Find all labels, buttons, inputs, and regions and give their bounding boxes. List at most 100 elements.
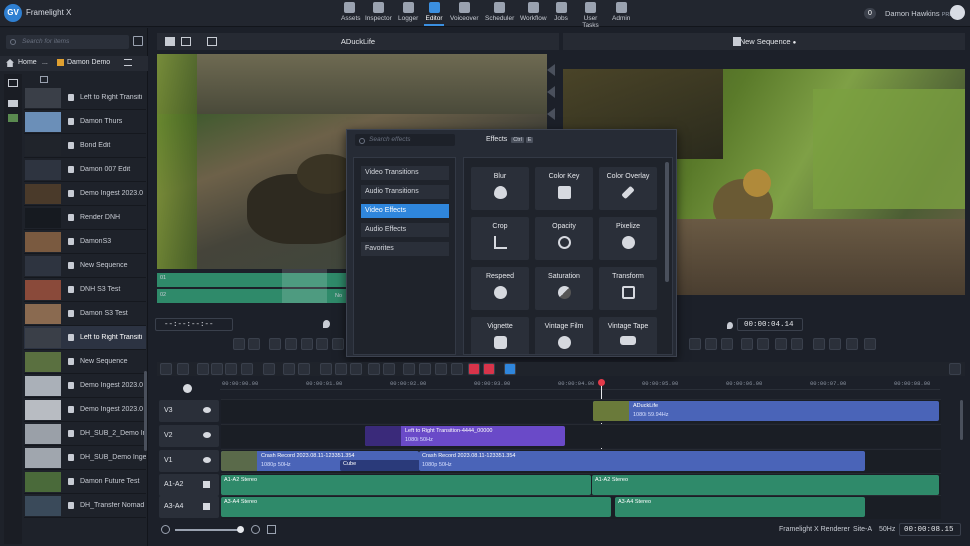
list-item[interactable]: Demo Ingest 2023.0 (24, 182, 146, 206)
list-item[interactable]: Left to Right Transiti (24, 326, 146, 350)
crumb-home[interactable]: Home (18, 59, 37, 66)
export-icon[interactable] (8, 79, 18, 87)
category-audio-transitions[interactable]: Audio Transitions (361, 185, 449, 199)
clip-v1-cube-transition[interactable]: Cube (340, 460, 420, 471)
nav-logger[interactable]: Logger (398, 2, 418, 26)
zoom-slider[interactable] (175, 526, 244, 533)
source-more-button[interactable] (332, 338, 344, 350)
search-input[interactable]: Search for items (6, 35, 129, 49)
home-icon[interactable] (6, 59, 14, 67)
record-button[interactable] (468, 363, 480, 375)
trim-button[interactable] (721, 338, 733, 350)
nav-jobs[interactable]: Jobs (554, 2, 568, 26)
track-header-v2[interactable]: V2 (159, 425, 219, 447)
location-pin-icon[interactable] (727, 322, 733, 329)
track-header-v1[interactable]: V1 (159, 450, 219, 472)
effect-saturation[interactable]: Saturation (535, 267, 593, 310)
clip-a1-a2-b[interactable]: A1-A2 Stereo (592, 475, 939, 495)
list-item[interactable]: Render DNH (24, 206, 146, 230)
safe-area-button[interactable] (813, 338, 825, 350)
clip-a3-a4-b[interactable]: A3-A4 Stereo (615, 497, 865, 517)
paste-button[interactable] (350, 363, 362, 375)
undo-button[interactable] (283, 363, 295, 375)
effect-vignette[interactable]: Vignette (471, 317, 529, 354)
lane-v2[interactable] (221, 424, 941, 448)
category-video-effects[interactable]: Video Effects (361, 204, 449, 218)
list-item[interactable]: Damon S3 Test (24, 302, 146, 326)
clip-v2-transition[interactable]: Left to Right Transition-4444_00000 1080i… (365, 426, 565, 446)
list-item[interactable]: DH_Transfer Nomad (24, 494, 146, 518)
razor-button[interactable] (741, 338, 753, 350)
avatar[interactable] (950, 5, 965, 20)
location-pin-icon[interactable] (323, 320, 330, 328)
list-item[interactable]: DH_SUB_Demo Inge (24, 446, 146, 470)
mixer-button[interactable] (451, 363, 463, 375)
nav-voiceover[interactable]: Voiceover (450, 2, 479, 26)
eye-icon[interactable] (203, 457, 211, 463)
redo-button[interactable] (298, 363, 310, 375)
zoom-out-icon[interactable] (161, 525, 170, 534)
list-item[interactable]: DamonS3 (24, 230, 146, 254)
timeline-scrollbar[interactable] (960, 400, 963, 440)
prev-arrow-icon[interactable] (547, 108, 555, 120)
user-name[interactable]: Damon Hawkins PRE (885, 9, 953, 18)
effect-transform[interactable]: Transform (599, 267, 657, 310)
program-timecode[interactable]: 00:00:04.14 (737, 318, 803, 331)
effects-search-input[interactable]: Search effects (355, 134, 455, 146)
track-header-a3-a4[interactable]: A3-A4 (159, 496, 219, 518)
copy-button[interactable] (335, 363, 347, 375)
list-item[interactable]: DH_SUB_2_Demo Ing (24, 422, 146, 446)
image-icon[interactable] (8, 114, 18, 122)
overwrite-button[interactable] (285, 338, 297, 350)
effect-crop[interactable]: Crop (471, 217, 529, 260)
category-favorites[interactable]: Favorites (361, 242, 449, 256)
insert-button[interactable] (269, 338, 281, 350)
eject-button[interactable] (864, 338, 876, 350)
list-item[interactable]: Damon Future Test (24, 470, 146, 494)
extract-button[interactable] (705, 338, 717, 350)
add-track-icon[interactable] (183, 384, 192, 393)
effect-color-key[interactable]: Color Key (535, 167, 593, 210)
fit-timeline-icon[interactable] (267, 525, 276, 534)
clip-v1-b[interactable]: Crash Record 2023.08.11-123351.354 1080p … (419, 451, 865, 471)
effect-opacity[interactable]: Opacity (535, 217, 593, 260)
match-frame-button[interactable] (301, 338, 313, 350)
effect-blur[interactable]: Blur (471, 167, 529, 210)
category-audio-effects[interactable]: Audio Effects (361, 223, 449, 237)
ripple-tool-button[interactable] (177, 363, 189, 375)
prev-arrow-icon[interactable] (547, 86, 555, 98)
timeline-menu-button[interactable] (949, 363, 961, 375)
effects-scrollbar[interactable] (665, 162, 669, 282)
nav-inspector[interactable]: Inspector (365, 2, 392, 26)
list-item[interactable]: Demo Ingest 2023.0 (24, 374, 146, 398)
nav-assets[interactable]: Assets (341, 2, 361, 26)
loop-button[interactable] (483, 363, 495, 375)
browser-scrollbar[interactable] (144, 371, 147, 451)
audio-tool-button[interactable] (225, 363, 237, 375)
clear-in-out-button[interactable] (316, 338, 328, 350)
save-button[interactable] (197, 363, 209, 375)
snap-button[interactable] (403, 363, 415, 375)
nav-editor[interactable]: Editor (424, 2, 444, 26)
slip-button[interactable] (435, 363, 447, 375)
effect-respeed[interactable]: Respeed (471, 267, 529, 310)
list-item[interactable]: Bond Edit (24, 134, 146, 158)
copy-button[interactable] (791, 338, 803, 350)
nav-user-tasks[interactable]: User Tasks (576, 2, 605, 29)
list-item[interactable]: New Sequence (24, 350, 146, 374)
notification-badge[interactable]: 0 (864, 8, 876, 19)
voiceover-button[interactable] (757, 338, 769, 350)
effect-vintage-tape[interactable]: Vintage Tape (599, 317, 657, 354)
adjust-tab-icon[interactable] (181, 37, 191, 46)
prev-arrow-icon[interactable] (547, 64, 555, 76)
delete-button[interactable] (775, 338, 787, 350)
audio-meter-button[interactable] (846, 338, 858, 350)
nav-workflow[interactable]: Workflow (520, 2, 547, 26)
nav-scheduler[interactable]: Scheduler (485, 2, 514, 26)
category-video-transitions[interactable]: Video Transitions (361, 166, 449, 180)
track-header-a1-a2[interactable]: A1-A2 (159, 474, 219, 496)
zoom-in-icon[interactable] (251, 525, 260, 534)
effect-vintage-film[interactable]: Vintage Film (535, 317, 593, 354)
effect-pixelize[interactable]: Pixelize (599, 217, 657, 260)
speaker-icon[interactable] (203, 503, 210, 510)
